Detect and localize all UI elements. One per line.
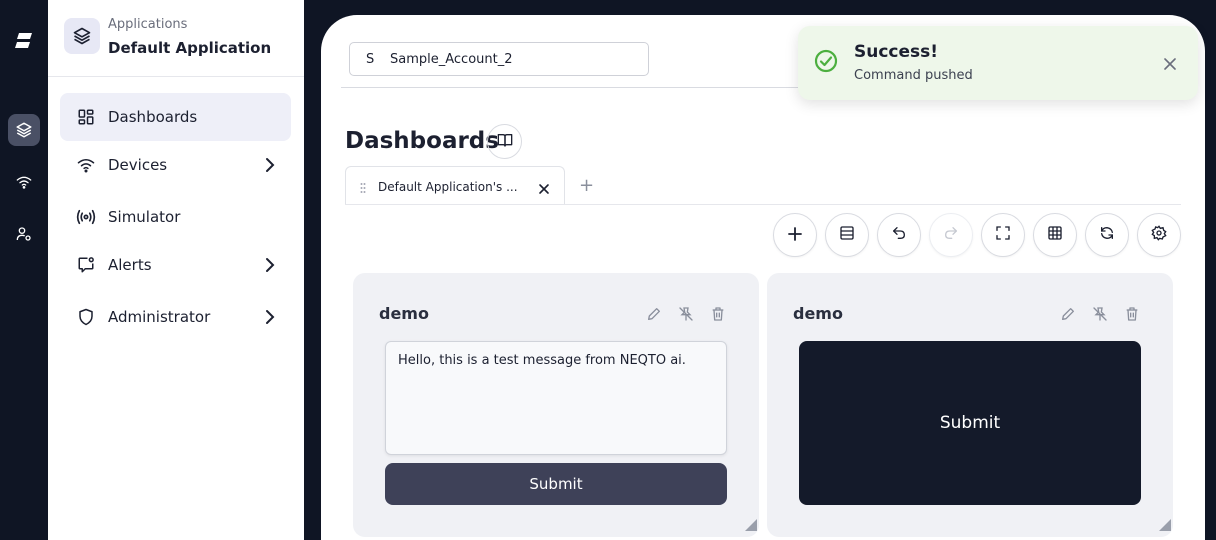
docs-button[interactable] <box>487 124 522 159</box>
trash-icon[interactable] <box>710 306 728 324</box>
sidebar-item-administrator[interactable]: Administrator <box>60 293 291 341</box>
redo-icon <box>943 225 959 245</box>
sidebar-item-alerts[interactable]: Alerts <box>60 241 291 289</box>
fullscreen-button[interactable] <box>981 213 1025 257</box>
edit-icon[interactable] <box>1060 306 1078 324</box>
resize-handle-icon[interactable] <box>743 516 757 535</box>
account-name: Sample_Account_2 <box>390 52 513 67</box>
grid-button[interactable] <box>1033 213 1077 257</box>
user-settings-icon[interactable] <box>8 218 40 250</box>
close-icon[interactable] <box>538 180 550 199</box>
gear-icon <box>1151 225 1167 245</box>
layers-icon <box>64 18 100 54</box>
success-toast: Success! Command pushed <box>798 26 1198 100</box>
add-icon <box>788 226 802 245</box>
layout-icon <box>839 225 855 245</box>
alert-message-icon <box>76 255 96 275</box>
close-icon[interactable] <box>1164 55 1176 70</box>
widget-title: demo <box>379 304 429 323</box>
tab-default-application[interactable]: Default Application's ... <box>345 166 565 204</box>
page-title: Dashboards <box>345 128 499 154</box>
add-tab-button[interactable]: + <box>579 175 594 196</box>
fullscreen-icon <box>995 225 1011 245</box>
tab-divider <box>345 204 1181 205</box>
sidebar-item-label: Alerts <box>108 256 152 274</box>
resize-handle-icon[interactable] <box>1157 516 1171 535</box>
settings-button[interactable] <box>1137 213 1181 257</box>
widget-button-command: demo Submit <box>767 273 1173 537</box>
app-kicker: Applications <box>108 17 188 32</box>
unpin-icon[interactable] <box>678 306 696 324</box>
redo-button[interactable] <box>929 213 973 257</box>
undo-icon <box>891 225 907 245</box>
tab-label: Default Application's ... <box>378 180 518 194</box>
app-switcher[interactable]: Applications Default Application <box>48 0 304 77</box>
logo-icon[interactable] <box>8 26 40 58</box>
submit-button[interactable]: Submit <box>385 463 727 505</box>
broadcast-icon <box>76 207 96 227</box>
toast-message: Command pushed <box>854 68 973 83</box>
add-widget-button[interactable] <box>773 213 817 257</box>
grid-icon <box>1047 225 1063 245</box>
sidebar-item-label: Dashboards <box>108 108 198 126</box>
submit-button[interactable]: Submit <box>799 341 1141 505</box>
refresh-icon <box>1099 225 1115 245</box>
wifi-icon <box>76 155 96 175</box>
sidebar-item-simulator[interactable]: Simulator <box>60 193 291 241</box>
widget-title: demo <box>793 304 843 323</box>
app-name: Default Application <box>108 39 272 57</box>
account-selector[interactable]: S Sample_Account_2 <box>349 42 649 76</box>
chevron-right-icon <box>263 157 277 173</box>
dashboard-icon <box>76 107 96 127</box>
undo-button[interactable] <box>877 213 921 257</box>
sidebar-item-label: Devices <box>108 156 168 174</box>
sidebar: Applications Default Application Dashboa… <box>48 0 304 540</box>
layout-button[interactable] <box>825 213 869 257</box>
refresh-button[interactable] <box>1085 213 1129 257</box>
layers-icon[interactable] <box>8 114 40 146</box>
sidebar-item-label: Administrator <box>108 308 211 326</box>
trash-icon[interactable] <box>1124 306 1142 324</box>
sidebar-item-label: Simulator <box>108 208 181 226</box>
wifi-icon[interactable] <box>8 166 40 198</box>
sidebar-item-devices[interactable]: Devices <box>60 141 291 189</box>
sidebar-item-dashboards[interactable]: Dashboards <box>60 93 291 141</box>
toast-title: Success! <box>854 42 939 62</box>
book-icon <box>497 132 513 151</box>
message-textarea[interactable]: Hello, this is a test message from NEQTO… <box>385 341 727 455</box>
icon-rail <box>0 0 48 540</box>
chevron-right-icon <box>263 257 277 273</box>
account-initial: S <box>366 52 375 67</box>
unpin-icon[interactable] <box>1092 306 1110 324</box>
edit-icon[interactable] <box>646 306 664 324</box>
chevron-right-icon <box>263 309 277 325</box>
shield-icon <box>76 307 96 327</box>
drag-handle-icon[interactable] <box>360 179 366 198</box>
widget-text-command: demo Hello, this is a test message from … <box>353 273 759 537</box>
check-circle-icon <box>814 49 838 73</box>
